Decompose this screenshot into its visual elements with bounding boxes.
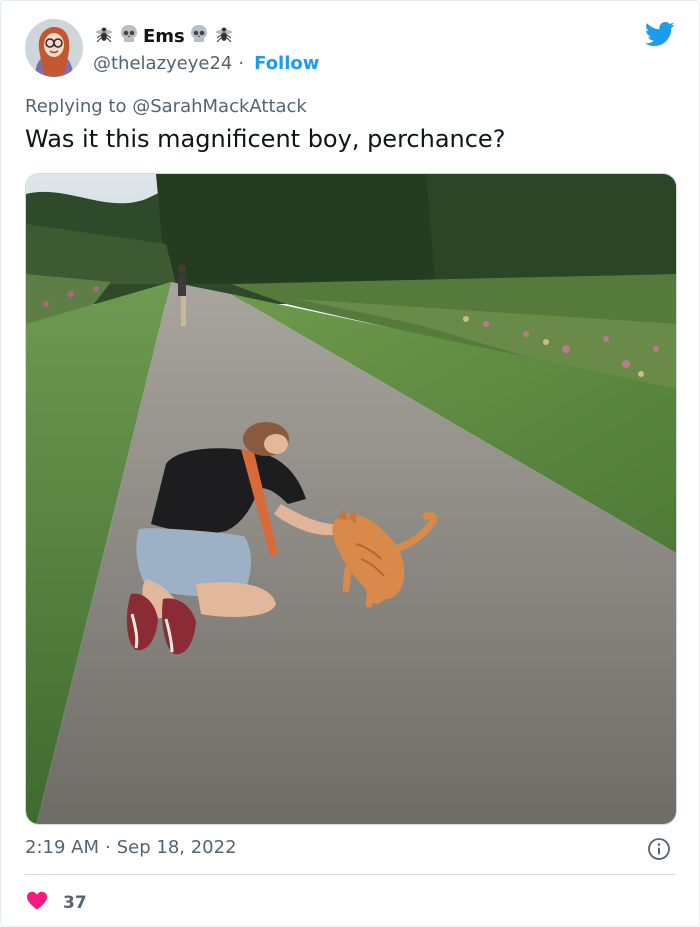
skull-icon — [118, 23, 140, 50]
heart-icon[interactable] — [25, 888, 49, 917]
tweet-text: Was it this magnificent boy, perchance? — [25, 125, 506, 153]
tweet-photo[interactable] — [25, 173, 677, 825]
replying-prefix: Replying to — [25, 96, 127, 117]
reply-mention-link[interactable]: @SarahMackAttack — [132, 96, 307, 117]
author-name-row[interactable]: Ems — [93, 23, 235, 49]
tweet-date: Sep 18, 2022 — [116, 837, 237, 858]
info-icon[interactable] — [647, 837, 671, 861]
divider — [25, 874, 675, 875]
tweet-card: Ems @thelazyeye24 · Follow Replying to @… — [0, 0, 700, 927]
separator-dot: · — [105, 837, 111, 858]
author-handle[interactable]: @thelazyeye24 — [93, 53, 232, 74]
avatar[interactable] — [25, 19, 83, 77]
tweet-time: 2:19 AM — [25, 837, 99, 858]
twitter-bird-icon[interactable] — [644, 19, 675, 49]
fly-icon — [93, 23, 115, 50]
replying-to: Replying to @SarahMackAttack — [25, 96, 307, 117]
display-name[interactable]: Ems — [143, 26, 185, 47]
skull-icon — [188, 23, 210, 50]
separator-dot: · — [238, 52, 245, 74]
like-count: 37 — [63, 892, 87, 913]
tweet-timestamp[interactable]: 2:19 AM · Sep 18, 2022 — [25, 837, 237, 858]
handle-row: @thelazyeye24 · Follow — [93, 51, 319, 75]
follow-button[interactable]: Follow — [254, 53, 319, 74]
fly-icon — [213, 23, 235, 50]
likes-row[interactable]: 37 — [25, 888, 87, 917]
